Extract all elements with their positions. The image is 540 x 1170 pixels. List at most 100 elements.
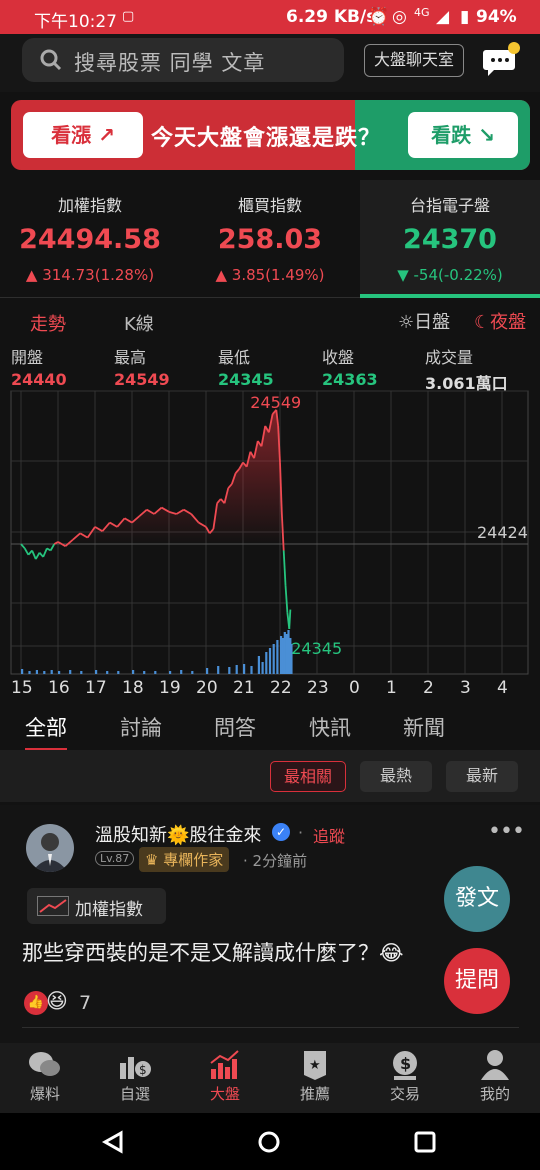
tab-kline[interactable]: K線 [124, 310, 154, 336]
price-segment [42, 547, 48, 558]
moon-icon: ☾ [474, 312, 491, 333]
search-icon [40, 49, 62, 71]
x-tick-label: 16 [48, 678, 70, 698]
more-icon[interactable]: ••• [488, 819, 525, 844]
nav-profile[interactable]: 我的 [455, 1049, 535, 1104]
trend-up-icon: ↗ [98, 123, 115, 147]
volume-bar [268, 648, 272, 674]
follow-button[interactable]: 追蹤 [313, 823, 345, 847]
chat-icon [29, 1052, 60, 1076]
bull-button[interactable]: 看漲 ↗ [23, 112, 143, 158]
volume-bar [235, 665, 238, 674]
ohlc-open: 開盤 24440 [11, 348, 67, 389]
price-segment [23, 547, 30, 556]
write-post-button[interactable]: 發文 [444, 866, 510, 932]
day-session-button[interactable]: ☼日盤 [398, 308, 450, 334]
filter-relevant[interactable]: 最相關 [270, 761, 346, 792]
vote-banner: 看漲 ↗ 今天大盤會漲還是跌？ 看跌 ↘ [11, 100, 530, 170]
index-card-futures[interactable]: 台指電子盤 24370 ▼ -54(-0.22%) [360, 180, 540, 298]
columnist-badge: ♛ 專欄作家 [139, 847, 230, 872]
nav-watchlist[interactable]: $ 自選 [95, 1049, 175, 1104]
volume-bar [250, 666, 253, 674]
volume-bar [58, 671, 61, 674]
tab-news[interactable]: 新聞 [403, 712, 445, 742]
bear-button[interactable]: 看跌 ↘ [408, 112, 518, 158]
tab-qa[interactable]: 問答 [214, 712, 256, 742]
volume-bar [132, 670, 135, 674]
price-segment [35, 552, 41, 560]
x-tick-label: 1 [386, 678, 397, 698]
tab-all[interactable]: 全部 [25, 712, 67, 752]
index-name: 加權指數 [57, 196, 122, 215]
volume-bar [35, 670, 38, 674]
tab-discussion[interactable]: 討論 [120, 712, 162, 742]
nav-watchlist-label: 自選 [119, 1085, 150, 1103]
volume-bar [50, 670, 53, 674]
ohlc-high: 最高 24549 [114, 348, 170, 389]
price-segment [280, 513, 285, 551]
post-content: 那些穿西裝的是不是又解讀成什麼了？😂 [22, 941, 404, 965]
author-name[interactable]: 溫股知新🌞股往金來 [95, 821, 261, 847]
separator-dot: · [298, 823, 304, 842]
stock-tag-label: 加權指數 [75, 900, 143, 920]
nav-market[interactable]: 大盤 [185, 1049, 265, 1104]
alarm-icon: ⏰ [368, 7, 390, 27]
search-input[interactable]: 搜尋股票 同學 文章 [22, 38, 344, 82]
price-segment [31, 550, 37, 560]
filter-hot[interactable]: 最熱 [360, 761, 432, 792]
ohlc-panel: 開盤 24440 最高 24549 最低 24345 收盤 24363 成交量 3.061… [0, 342, 540, 393]
status-bar: 下午10:27 ▢ 6.29 KB/s ⏰ ◎ 4G ◢ ▮ 94% [0, 0, 540, 34]
index-card-otc[interactable]: 櫃買指數 258.03 ▲ 3.85(1.49%) [180, 180, 360, 298]
recents-icon[interactable] [413, 1130, 437, 1154]
volume-bar [243, 664, 246, 674]
volume-bar [228, 667, 231, 674]
ohlc-volume: 成交量 3.061萬口 [425, 348, 508, 393]
bottom-nav: 爆料 $ 自選 大盤 ★ 推薦 $ 交易 我的 [0, 1043, 540, 1113]
volume-bar [206, 668, 209, 674]
reference-label: 24424 [477, 523, 528, 542]
laugh-icon[interactable]: 😆 [46, 989, 68, 1013]
index-card-taiex[interactable]: 加權指數 24494.58 ▲ 314.73(1.28%) [0, 180, 180, 298]
network-type: 4G [414, 6, 430, 19]
filter-latest[interactable]: 最新 [446, 761, 518, 792]
volume-bar [265, 652, 268, 674]
volume-bar [154, 671, 157, 674]
chart-tabs: 走勢 K線 ☼日盤 ☾夜盤 [0, 300, 540, 342]
price-segment [284, 585, 289, 613]
volume-bars [21, 630, 293, 674]
ask-question-button[interactable]: 提問 [444, 948, 510, 1014]
network-speed: 6.29 KB/s [286, 7, 377, 27]
avatar[interactable] [26, 824, 74, 872]
person-icon [481, 1050, 509, 1080]
nav-news[interactable]: 爆料 [5, 1049, 85, 1104]
tab-flash[interactable]: 快訊 [309, 712, 351, 742]
message-button[interactable] [482, 42, 520, 80]
volume-bar [217, 666, 220, 674]
chatroom-button[interactable]: 大盤聊天室 [364, 44, 464, 77]
volume-bar [43, 671, 46, 674]
back-icon[interactable] [101, 1130, 125, 1154]
volume-bar [261, 662, 264, 674]
search-placeholder: 搜尋股票 同學 文章 [74, 51, 266, 75]
tab-trend[interactable]: 走勢 [30, 310, 66, 336]
vote-question: 今天大盤會漲還是跌？ [151, 126, 382, 151]
nav-recommend[interactable]: ★ 推薦 [275, 1049, 355, 1104]
thumbs-up-icon[interactable]: 👍 [24, 991, 48, 1015]
crown-icon: ♛ [145, 851, 159, 869]
chart-area [21, 409, 291, 545]
x-tick-label: 2 [423, 678, 434, 698]
svg-text:$: $ [400, 1054, 411, 1073]
intraday-chart[interactable]: 24549 24345 24424 [10, 390, 530, 675]
nav-trade[interactable]: $ 交易 [365, 1049, 445, 1104]
price-segment [288, 609, 292, 629]
filter-bar: 最相關 最熱 最新 [0, 750, 540, 802]
stock-tag[interactable]: 加權指數 [27, 888, 166, 924]
index-panel: 加權指數 24494.58 ▲ 314.73(1.28%) 櫃買指數 258.0… [0, 180, 540, 298]
notification-icon: ▢ [122, 9, 135, 24]
home-icon[interactable] [257, 1130, 281, 1154]
volume-bar [80, 671, 83, 674]
night-session-button[interactable]: ☾夜盤 [474, 308, 526, 334]
sun-icon: ☼ [398, 312, 415, 333]
market-chart-icon [210, 1050, 239, 1079]
nav-market-label: 大盤 [209, 1085, 240, 1103]
